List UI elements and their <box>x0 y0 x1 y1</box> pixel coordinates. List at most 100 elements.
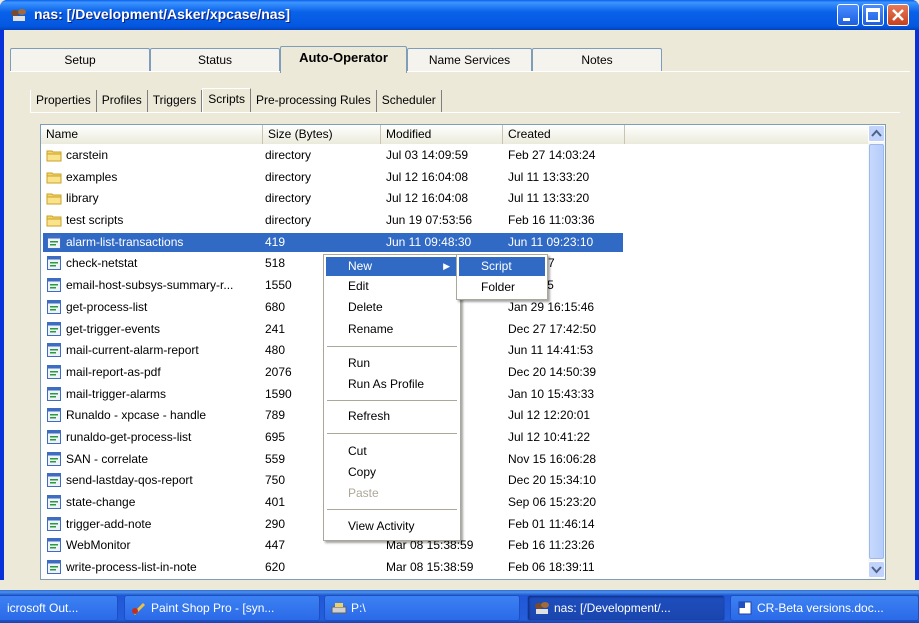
folder-row[interactable]: library directory Jul 12 16:04:08 Jul 11 13… <box>41 188 871 210</box>
row-created: Dec 20 14:50:39 <box>508 364 597 379</box>
script-file-icon <box>47 299 61 314</box>
script-file-icon <box>47 386 61 401</box>
taskbar-button-word-doc[interactable]: CR-Beta versions.doc... <box>730 595 919 621</box>
sub-tab-strip: Properties Profiles Triggers Scripts Pre… <box>30 88 442 112</box>
row-modified: Mar 08 15:38:59 <box>386 560 474 575</box>
folder-icon <box>46 193 62 205</box>
row-name: trigger-add-note <box>66 516 152 531</box>
vertical-scrollbar[interactable] <box>868 125 885 579</box>
submenu-item-script[interactable]: Script <box>459 257 545 276</box>
taskbar: icrosoft Out... Paint Shop Pro - [syn...… <box>0 590 919 623</box>
subtab-scripts[interactable]: Scripts <box>202 88 251 112</box>
folder-row[interactable]: examples directory Jul 12 16:04:08 Jul 11 1… <box>41 167 871 189</box>
taskbar-label: nas: [/Development/... <box>554 601 671 615</box>
menu-item-rename[interactable]: Rename <box>326 320 458 339</box>
row-name: test scripts <box>66 213 124 228</box>
menu-item-edit[interactable]: Edit <box>326 277 458 296</box>
row-created: Jun 11 14:41:53 <box>508 343 594 358</box>
subtab-profiles[interactable]: Profiles <box>96 90 148 112</box>
row-size: 2076 <box>265 364 292 379</box>
column-header-filler <box>625 125 871 144</box>
row-name: WebMonitor <box>66 538 131 553</box>
close-button[interactable] <box>887 4 909 26</box>
row-size: directory <box>265 169 312 184</box>
tab-notes[interactable]: Notes <box>532 48 662 71</box>
script-file-icon <box>47 495 61 509</box>
taskbar-button-drive-p[interactable]: P:\ <box>324 595 520 621</box>
menu-item-refresh[interactable]: Refresh <box>326 407 458 426</box>
tab-setup[interactable]: Setup <box>10 48 150 71</box>
menu-item-delete[interactable]: Delete <box>326 298 458 317</box>
scripts-list-view[interactable]: Name Size (Bytes) Modified Created carst… <box>40 124 886 580</box>
tab-status[interactable]: Status <box>150 48 280 71</box>
row-size: 750 <box>265 473 286 488</box>
context-menu: New ▶ Edit Delete Rename Run Run As Profi… <box>323 254 461 541</box>
tab-auto-operator[interactable]: Auto-Operator <box>280 46 407 73</box>
row-name: mail-trigger-alarms <box>66 386 167 401</box>
chevron-down-icon <box>871 566 882 574</box>
new-submenu: Script Folder <box>456 254 548 300</box>
row-created: Jun 11 09:23:10 <box>508 234 594 249</box>
row-size: 447 <box>265 538 286 553</box>
row-created: Feb 16 11:23:26 <box>508 538 595 553</box>
row-name: Runaldo - xpcase - handle <box>66 408 207 423</box>
word-doc-icon <box>738 601 752 615</box>
row-created: Dec 27 17:42:50 <box>508 321 597 336</box>
row-name: carstein <box>66 148 109 162</box>
row-size: 680 <box>265 299 286 314</box>
submenu-item-folder[interactable]: Folder <box>459 278 545 297</box>
script-row[interactable]: write-process-list-in-note 620 Mar 08 15:3… <box>41 557 871 579</box>
menu-item-view-activity[interactable]: View Activity <box>326 517 458 536</box>
column-header-size[interactable]: Size (Bytes) <box>263 125 381 144</box>
taskbar-button-nas[interactable]: nas: [/Development/... <box>527 595 725 621</box>
menu-item-label: New <box>348 259 373 273</box>
folder-row[interactable]: carstein directory Jul 03 14:09:59 Feb 27 1… <box>41 145 871 167</box>
row-size: 559 <box>265 451 286 466</box>
taskbar-button-outlook[interactable]: icrosoft Out... <box>0 595 118 621</box>
subtab-pre-processing-rules[interactable]: Pre-processing Rules <box>250 90 377 112</box>
scroll-up-button[interactable] <box>868 125 885 142</box>
menu-item-run[interactable]: Run <box>326 354 458 373</box>
row-created: Sep 06 15:23:20 <box>508 495 597 509</box>
column-header-name[interactable]: Name <box>41 125 263 144</box>
minimize-button[interactable] <box>837 4 859 26</box>
column-header-modified[interactable]: Modified <box>381 125 503 144</box>
row-modified: Jul 12 16:04:08 <box>386 169 469 184</box>
maximize-button[interactable] <box>862 4 884 26</box>
script-row[interactable]: alarm-list-transactions 419 Jun 11 09:48:3… <box>41 232 871 254</box>
row-size: directory <box>265 213 312 228</box>
row-created: Jan 29 16:15:46 <box>508 299 595 314</box>
row-modified: Jul 03 14:09:59 <box>386 148 469 162</box>
column-header-created[interactable]: Created <box>503 125 625 144</box>
script-file-icon <box>47 343 61 358</box>
main-tab-strip: Setup Status Auto-Operator Name Services… <box>10 46 910 73</box>
row-name: get-trigger-events <box>66 321 161 336</box>
menu-item-copy[interactable]: Copy <box>326 463 458 482</box>
menu-item-new[interactable]: New ▶ <box>326 257 458 276</box>
menu-item-cut[interactable]: Cut <box>326 442 458 461</box>
title-bar[interactable]: nas: [/Development/Asker/xpcase/nas] <box>0 0 919 30</box>
tab-label: Auto-Operator <box>299 50 388 65</box>
tab-name-services[interactable]: Name Services <box>407 48 532 71</box>
taskbar-label: Paint Shop Pro - [syn... <box>151 601 275 615</box>
row-name: library <box>66 191 99 206</box>
row-size: 518 <box>265 256 286 271</box>
paint-shop-pro-icon <box>132 603 145 615</box>
taskbar-button-paint-shop-pro[interactable]: Paint Shop Pro - [syn... <box>124 595 320 621</box>
script-file-icon <box>47 278 61 293</box>
row-created: Feb 01 11:46:14 <box>508 516 595 531</box>
column-headers: Name Size (Bytes) Modified Created <box>41 125 871 144</box>
subtab-triggers[interactable]: Triggers <box>147 90 203 112</box>
menu-separator <box>327 433 457 434</box>
row-created: Jul 11 13:33:20 <box>508 169 590 184</box>
menu-item-run-as-profile[interactable]: Run As Profile <box>326 375 458 394</box>
row-created: Nov 15 16:06:28 <box>508 451 597 466</box>
scroll-down-button[interactable] <box>868 561 885 578</box>
menu-separator <box>327 400 457 401</box>
script-file-icon <box>47 408 61 423</box>
scroll-thumb[interactable] <box>869 144 884 559</box>
subtab-properties[interactable]: Properties <box>30 90 97 112</box>
folder-row[interactable]: test scripts directory Jun 19 07:53:56 Feb … <box>41 210 871 232</box>
subtab-scheduler[interactable]: Scheduler <box>376 90 442 112</box>
row-size: 620 <box>265 560 286 575</box>
